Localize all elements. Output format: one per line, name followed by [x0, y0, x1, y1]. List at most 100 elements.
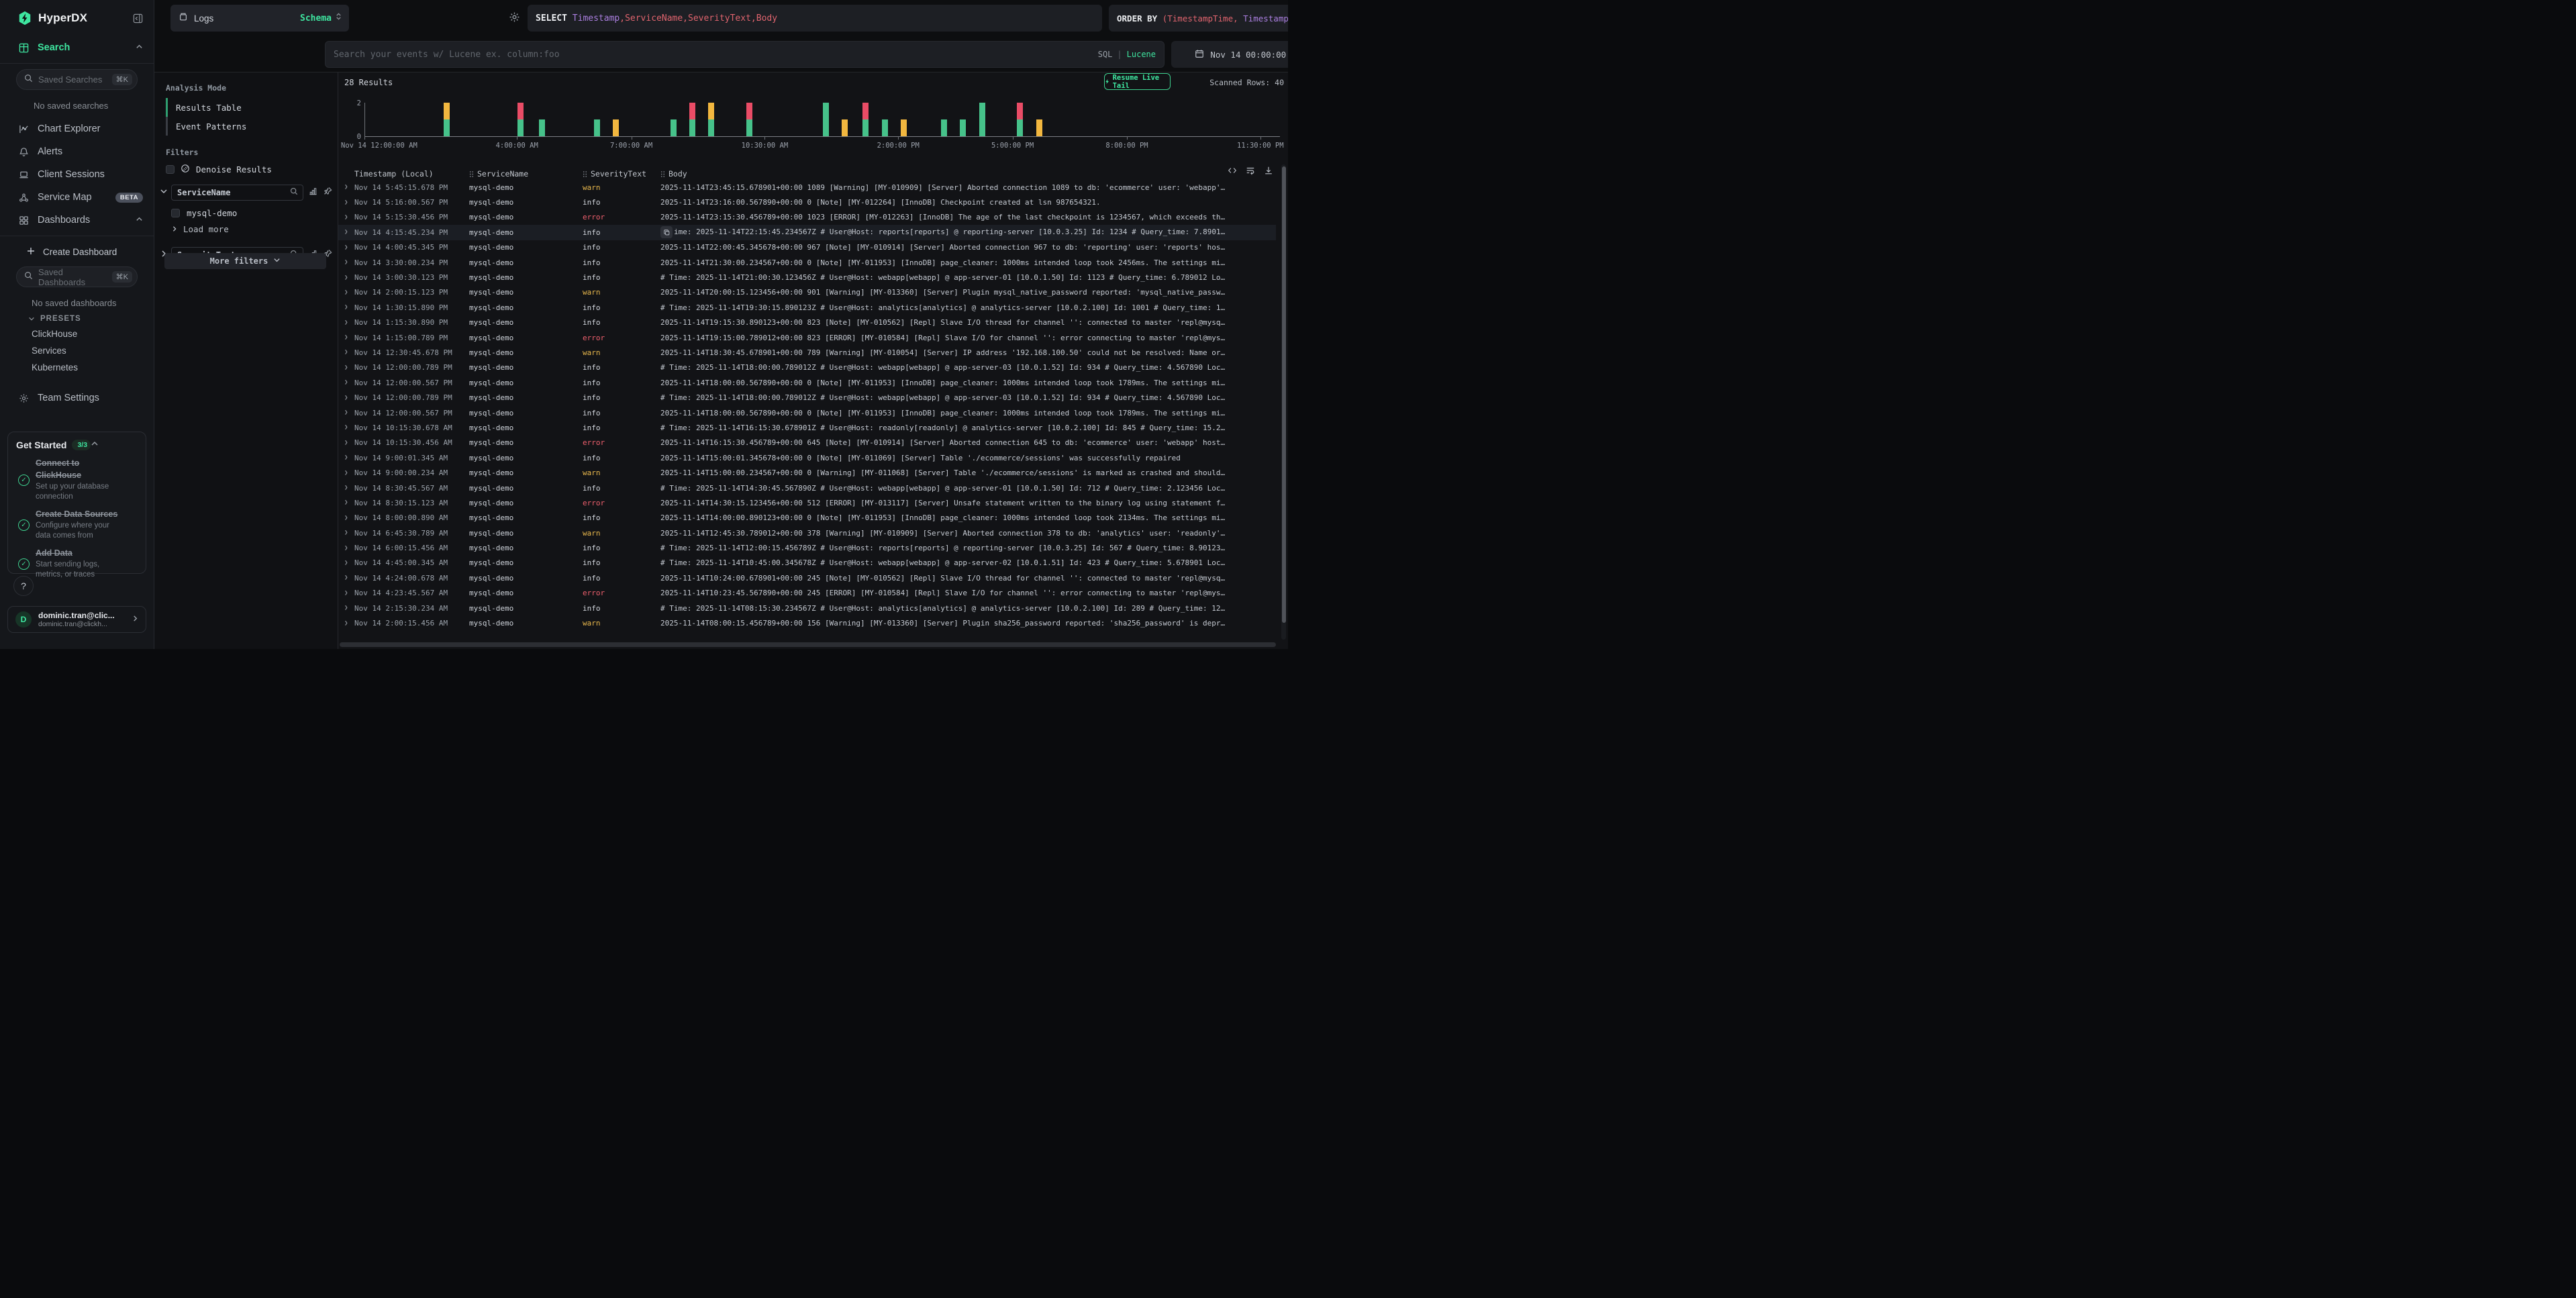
expand-row-chevron-icon[interactable]: ❯	[338, 590, 354, 597]
get-started-item[interactable]: ✓ Connect to ClickHouse Set up your data…	[16, 457, 138, 502]
expand-row-chevron-icon[interactable]: ❯	[338, 530, 354, 536]
table-row[interactable]: ❯Nov 14 1:15:30.890 PMmysql-demoinfo2025…	[338, 315, 1276, 330]
chevron-up-icon[interactable]	[136, 42, 143, 53]
table-row[interactable]: ❯Nov 14 6:00:15.456 AMmysql-demoinfo# Ti…	[338, 540, 1276, 555]
saved-dashboards-input[interactable]: Saved Dashboards ⌘K	[16, 266, 138, 287]
resume-live-tail-button[interactable]: Resume Live Tail	[1104, 73, 1171, 90]
preset-clickhouse[interactable]: ClickHouse	[0, 326, 154, 342]
load-more[interactable]: Load more	[171, 224, 338, 234]
denoise-results-toggle[interactable]: Denoise Results	[166, 164, 338, 175]
expand-row-chevron-icon[interactable]: ❯	[338, 454, 354, 461]
drag-handle-icon[interactable]	[469, 170, 474, 178]
sidebar-item-search[interactable]: Search	[0, 36, 154, 59]
table-row[interactable]: ❯Nov 14 8:30:15.123 AMmysql-demoerror202…	[338, 495, 1276, 510]
bar-chart-icon[interactable]	[309, 187, 317, 199]
expand-row-chevron-icon[interactable]: ❯	[338, 229, 354, 236]
date-range-picker[interactable]: Nov 14 00:00:00 - Nov 15 00:00:00	[1171, 41, 1288, 68]
expand-row-chevron-icon[interactable]: ❯	[338, 274, 354, 281]
histogram-bar[interactable]	[941, 119, 947, 136]
column-header-severitytext[interactable]: SeverityText	[583, 169, 660, 179]
expand-row-chevron-icon[interactable]: ❯	[338, 515, 354, 521]
expand-row-chevron-icon[interactable]: ❯	[338, 545, 354, 552]
table-row[interactable]: ❯Nov 14 12:00:00.567 PMmysql-demoinfo202…	[338, 375, 1276, 390]
histogram-bar[interactable]	[689, 103, 695, 136]
lang-sql-toggle[interactable]: SQL	[1098, 50, 1113, 59]
vertical-scrollbar-thumb[interactable]	[1282, 166, 1286, 623]
create-dashboard-button[interactable]: Create Dashboard	[0, 240, 154, 261]
table-row[interactable]: ❯Nov 14 4:23:45.567 AMmysql-demoerror202…	[338, 586, 1276, 601]
expand-row-chevron-icon[interactable]: ❯	[338, 304, 354, 311]
expand-row-chevron-icon[interactable]: ❯	[338, 470, 354, 477]
histogram-bar[interactable]	[882, 119, 888, 136]
table-row[interactable]: ❯Nov 14 5:45:15.678 PMmysql-demowarn2025…	[338, 180, 1276, 195]
column-header-body[interactable]: Body	[660, 169, 1276, 179]
facet-value-mysql-demo[interactable]: mysql-demo	[171, 208, 338, 218]
vertical-scrollbar[interactable]	[1281, 164, 1286, 640]
expand-row-chevron-icon[interactable]: ❯	[338, 259, 354, 266]
expand-row-chevron-icon[interactable]: ❯	[338, 184, 354, 191]
collapse-sidebar-icon[interactable]	[133, 13, 143, 23]
histogram-bar[interactable]	[1036, 119, 1042, 136]
expand-row-chevron-icon[interactable]: ❯	[338, 289, 354, 296]
expand-row-chevron-icon[interactable]: ❯	[338, 499, 354, 506]
expand-row-chevron-icon[interactable]: ❯	[338, 244, 354, 251]
expand-row-chevron-icon[interactable]: ❯	[338, 605, 354, 611]
facet-value-checkbox[interactable]	[171, 209, 180, 217]
histogram-bar[interactable]	[444, 103, 450, 136]
chevron-down-icon[interactable]	[160, 187, 168, 199]
table-row[interactable]: ❯Nov 14 5:15:30.456 PMmysql-demoerror202…	[338, 210, 1276, 225]
histogram-bar[interactable]	[842, 119, 848, 136]
table-row[interactable]: ❯Nov 14 1:30:15.890 PMmysql-demoinfo# Ti…	[338, 300, 1276, 315]
table-row[interactable]: ❯Nov 14 3:00:30.123 PMmysql-demoinfo# Ti…	[338, 270, 1276, 285]
user-menu[interactable]: D dominic.tran@clic... dominic.tran@clic…	[7, 606, 146, 633]
expand-row-chevron-icon[interactable]: ❯	[338, 349, 354, 356]
histogram-bar[interactable]	[746, 103, 752, 136]
histogram-bar[interactable]	[1017, 103, 1023, 136]
expand-row-chevron-icon[interactable]: ❯	[338, 364, 354, 371]
histogram-bar[interactable]	[517, 103, 524, 136]
table-row[interactable]: ❯Nov 14 2:00:15.456 AMmysql-demowarn2025…	[338, 615, 1276, 630]
more-filters-button[interactable]: More filters	[164, 253, 326, 269]
histogram-bar[interactable]	[979, 103, 985, 136]
lang-lucene-toggle[interactable]: Lucene	[1127, 50, 1156, 59]
horizontal-scrollbar[interactable]	[340, 642, 1276, 647]
table-row[interactable]: ❯Nov 14 9:00:00.234 AMmysql-demowarn2025…	[338, 465, 1276, 480]
table-row[interactable]: ❯Nov 14 4:45:00.345 AMmysql-demoinfo# Ti…	[338, 556, 1276, 570]
drag-handle-icon[interactable]	[660, 170, 665, 178]
histogram-bar[interactable]	[862, 103, 869, 136]
help-button[interactable]: ?	[13, 576, 34, 596]
table-row[interactable]: ❯Nov 14 10:15:30.456 AMmysql-demoerror20…	[338, 436, 1276, 450]
table-row[interactable]: ❯Nov 14 9:00:01.345 AMmysql-demoinfo2025…	[338, 450, 1276, 465]
expand-row-chevron-icon[interactable]: ❯	[338, 485, 354, 491]
table-row[interactable]: ❯Nov 14 12:00:00.789 PMmysql-demoinfo# T…	[338, 390, 1276, 405]
table-row[interactable]: ❯Nov 14 3:30:00.234 PMmysql-demoinfo2025…	[338, 255, 1276, 270]
histogram-bar[interactable]	[594, 119, 600, 136]
mode-event-patterns[interactable]: Event Patterns	[154, 117, 338, 136]
column-header-timestamp[interactable]: Timestamp (Local)	[354, 169, 469, 179]
order-by-input[interactable]: ORDER BY (TimestampTime, Timestamp) DESC	[1109, 5, 1288, 32]
expand-row-chevron-icon[interactable]: ❯	[338, 395, 354, 401]
histogram-bar[interactable]	[960, 119, 966, 136]
sidebar-item-service-map[interactable]: Service Map BETA	[0, 186, 154, 209]
histogram-bar[interactable]	[613, 119, 619, 136]
table-row[interactable]: ❯Nov 14 4:00:45.345 PMmysql-demoinfo2025…	[338, 240, 1276, 255]
expand-row-chevron-icon[interactable]: ❯	[338, 379, 354, 386]
saved-searches-input[interactable]: Saved Searches ⌘K	[16, 69, 138, 90]
expand-row-chevron-icon[interactable]: ❯	[338, 424, 354, 431]
presets-section-toggle[interactable]: PRESETS	[0, 309, 154, 326]
table-row[interactable]: ❯Nov 14 12:30:45.678 PMmysql-demowarn202…	[338, 345, 1276, 360]
sidebar-item-team-settings[interactable]: Team Settings	[0, 387, 154, 409]
histogram-bar[interactable]	[539, 119, 545, 136]
expand-row-chevron-icon[interactable]: ❯	[338, 334, 354, 341]
query-settings-gear-icon[interactable]	[509, 11, 520, 26]
histogram-bar[interactable]	[708, 103, 714, 136]
table-row[interactable]: ❯Nov 14 12:00:00.567 PMmysql-demoinfo202…	[338, 405, 1276, 420]
histogram-bar[interactable]	[823, 103, 829, 136]
table-row[interactable]: ❯Nov 14 1:15:00.789 PMmysql-demoerror202…	[338, 330, 1276, 345]
table-row[interactable]: ❯Nov 14 6:45:30.789 AMmysql-demowarn2025…	[338, 526, 1276, 540]
table-row[interactable]: ❯Nov 14 8:30:45.567 AMmysql-demoinfo# Ti…	[338, 481, 1276, 495]
histogram-bar[interactable]	[901, 119, 907, 136]
chevron-up-icon[interactable]	[91, 439, 99, 451]
preset-kubernetes[interactable]: Kubernetes	[0, 359, 154, 376]
sidebar-item-alerts[interactable]: Alerts	[0, 140, 154, 163]
